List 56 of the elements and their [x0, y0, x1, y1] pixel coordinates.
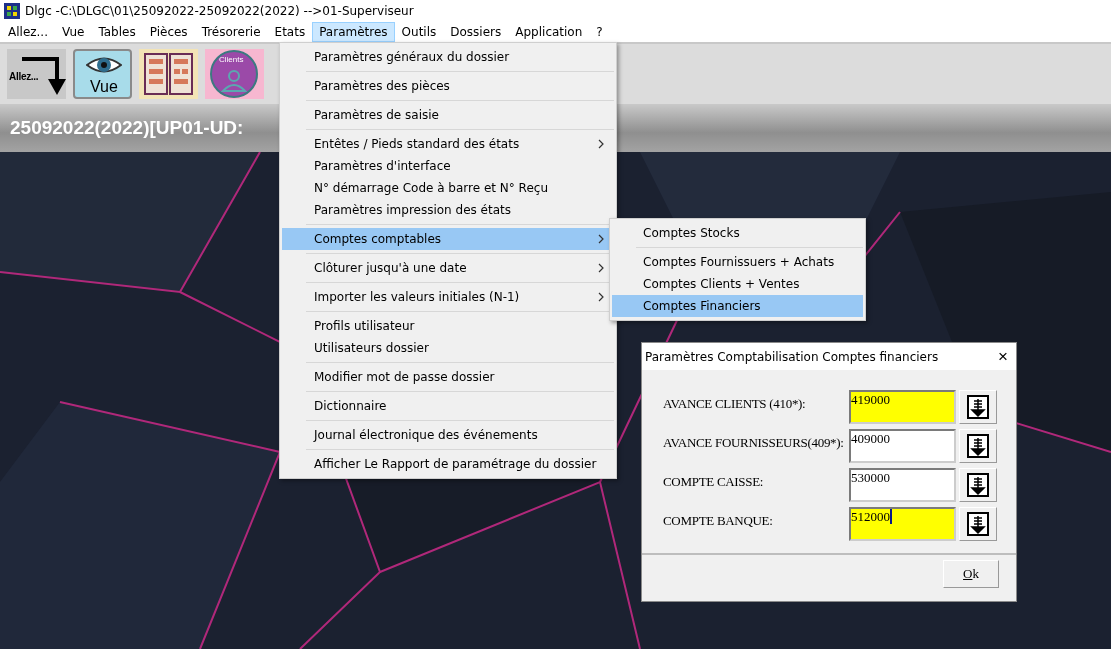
input-field[interactable]: 409000 [849, 429, 956, 463]
menu-entry[interactable]: Afficher Le Rapport de paramétrage du dossier [282, 453, 614, 475]
dialog-title: Paramètres Comptabilisation Comptes financiers [645, 349, 939, 364]
goto-button[interactable]: Allez... [7, 49, 66, 99]
menu-item[interactable]: Tables [91, 22, 143, 42]
menu-entry[interactable]: Utilisateurs dossier [282, 337, 614, 359]
field-label: AVANCE FOURNISSEURS(409*): [663, 434, 845, 451]
view-button[interactable]: Vue [73, 49, 132, 99]
input-field[interactable]: 419000 [849, 390, 956, 424]
field-label: COMPTE BANQUE: [663, 512, 774, 529]
menu-entry[interactable]: Entêtes / Pieds standard des états [282, 133, 614, 155]
menu-entry[interactable]: Comptes Clients + Ventes [612, 273, 863, 295]
input-field[interactable]: 530000 [849, 468, 956, 502]
menu-item[interactable]: Vue [55, 22, 92, 42]
table-icon [144, 53, 193, 95]
menu-entry[interactable]: Modifier mot de passe dossier [282, 366, 614, 388]
lookup-button[interactable] [959, 507, 997, 541]
window-title: Dlgc -C:\DLGC\01\25092022-25092022(2022) -->01-Superviseur [25, 4, 414, 18]
lookup-button[interactable] [959, 429, 997, 463]
input-field[interactable]: 512000 [849, 507, 956, 541]
menu-entry[interactable]: Paramètres impression des états [282, 199, 614, 221]
menu-entry[interactable]: N° démarrage Code à barre et N° Reçu [282, 177, 614, 199]
menu-entry[interactable]: Paramètres des pièces [282, 75, 614, 97]
menu-item[interactable]: Etats [267, 22, 313, 42]
menu-item[interactable]: Paramètres [312, 22, 395, 42]
menu-entry[interactable]: Comptes Stocks [612, 222, 863, 244]
menu-item[interactable]: ? [589, 22, 610, 42]
tables-button[interactable] [139, 49, 198, 99]
field-label: COMPTE CAISSE: [663, 473, 765, 490]
arrow-down-icon [966, 512, 990, 536]
menu-item[interactable]: Outils [394, 22, 444, 42]
header-title: 25092022(2022)[UP01-UD: [10, 117, 244, 139]
menu-entry[interactable]: Comptes Fournissuers + Achats [612, 251, 863, 273]
arrow-down-icon [966, 434, 990, 458]
menu-item[interactable]: Trésorerie [194, 22, 268, 42]
menu-item[interactable]: Dossiers [443, 22, 509, 42]
menu-entry[interactable]: Paramètres d'interface [282, 155, 614, 177]
menu-entry[interactable]: Dictionnaire [282, 395, 614, 417]
ok-button[interactable]: Ok [943, 560, 999, 588]
menu-entry[interactable]: Paramètres de saisie [282, 104, 614, 126]
arrow-down-icon [966, 395, 990, 419]
people-icon [210, 50, 258, 98]
app-icon [4, 3, 20, 19]
field-label: AVANCE CLIENTS (410*): [663, 395, 807, 412]
arrow-down-icon [966, 473, 990, 497]
close-button[interactable]: × [998, 348, 1008, 365]
clients-button[interactable]: Clients [205, 49, 264, 99]
menu-item[interactable]: Allez... [1, 22, 55, 42]
menu-entry[interactable]: Paramètres généraux du dossier [282, 46, 614, 68]
lookup-button[interactable] [959, 468, 997, 502]
menu-entry[interactable]: Journal électronique des événements [282, 424, 614, 446]
menu-entry[interactable]: Comptes Financiers [612, 295, 863, 317]
menu-item[interactable]: Application [508, 22, 590, 42]
lookup-button[interactable] [959, 390, 997, 424]
menu-entry[interactable]: Profils utilisateur [282, 315, 614, 337]
menu-item[interactable]: Pièces [142, 22, 195, 42]
